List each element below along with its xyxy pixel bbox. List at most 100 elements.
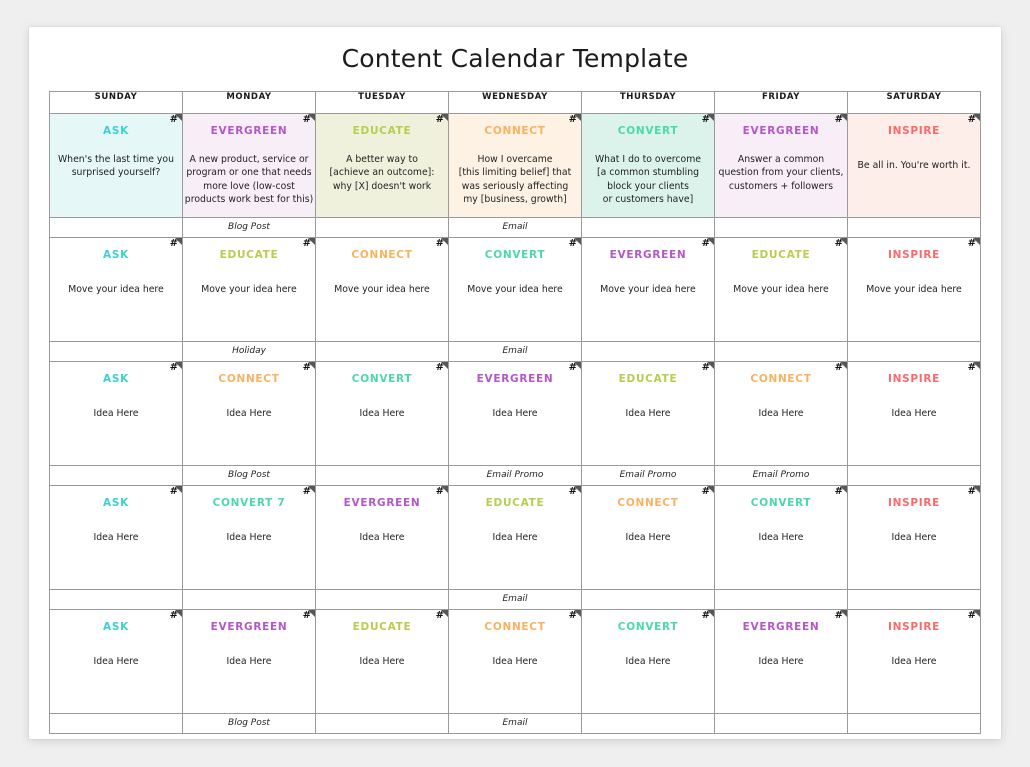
- calendar-cell[interactable]: # ASK Idea Here: [49, 609, 183, 714]
- calendar-cell[interactable]: # CONVERT 7 Idea Here: [182, 485, 316, 590]
- cell-idea-text[interactable]: Idea Here: [715, 407, 847, 420]
- calendar-cell[interactable]: # ASK Idea Here: [49, 361, 183, 466]
- hashtag-icon[interactable]: #: [702, 610, 710, 621]
- hashtag-icon[interactable]: #: [569, 486, 577, 497]
- note-cell[interactable]: Email: [448, 589, 582, 610]
- cell-idea-text[interactable]: Idea Here: [582, 531, 714, 544]
- note-cell[interactable]: [581, 713, 715, 734]
- hashtag-icon[interactable]: #: [968, 610, 976, 621]
- cell-idea-text[interactable]: Idea Here: [582, 407, 714, 420]
- cell-idea-text[interactable]: Be all in. You're worth it.: [848, 159, 980, 172]
- cell-idea-text[interactable]: Answer a common question from your clien…: [715, 153, 847, 193]
- hashtag-icon[interactable]: #: [702, 238, 710, 249]
- calendar-cell[interactable]: # CONNECT Idea Here: [182, 361, 316, 466]
- note-cell[interactable]: Blog Post: [182, 217, 316, 238]
- calendar-cell[interactable]: # CONNECT How I overcame [this limiting be…: [448, 113, 582, 218]
- calendar-cell[interactable]: # CONNECT Move your idea here: [315, 237, 449, 342]
- cell-idea-text[interactable]: Idea Here: [50, 407, 182, 420]
- cell-idea-text[interactable]: A new product, service or program or one…: [183, 153, 315, 207]
- hashtag-icon[interactable]: #: [702, 362, 710, 373]
- cell-idea-text[interactable]: When's the last time you surprised yours…: [50, 153, 182, 180]
- cell-idea-text[interactable]: Idea Here: [316, 531, 448, 544]
- hashtag-icon[interactable]: #: [702, 486, 710, 497]
- note-cell[interactable]: [49, 465, 183, 486]
- note-cell[interactable]: [49, 713, 183, 734]
- calendar-cell[interactable]: # ASK When's the last time you surprised y…: [49, 113, 183, 218]
- note-cell[interactable]: Email Promo: [581, 465, 715, 486]
- hashtag-icon[interactable]: #: [569, 362, 577, 373]
- hashtag-icon[interactable]: #: [835, 486, 843, 497]
- cell-idea-text[interactable]: Move your idea here: [582, 283, 714, 296]
- hashtag-icon[interactable]: #: [436, 238, 444, 249]
- note-cell[interactable]: [847, 589, 981, 610]
- note-cell[interactable]: [581, 217, 715, 238]
- calendar-cell[interactable]: # EVERGREEN Idea Here: [714, 609, 848, 714]
- note-cell[interactable]: Blog Post: [182, 713, 316, 734]
- note-cell[interactable]: Email: [448, 713, 582, 734]
- note-cell[interactable]: [714, 713, 848, 734]
- hashtag-icon[interactable]: #: [835, 114, 843, 125]
- hashtag-icon[interactable]: #: [436, 486, 444, 497]
- note-cell[interactable]: [581, 589, 715, 610]
- cell-idea-text[interactable]: Idea Here: [715, 655, 847, 668]
- hashtag-icon[interactable]: #: [436, 362, 444, 373]
- note-cell[interactable]: [847, 341, 981, 362]
- calendar-cell[interactable]: # EVERGREEN Move your idea here: [581, 237, 715, 342]
- hashtag-icon[interactable]: #: [968, 238, 976, 249]
- calendar-cell[interactable]: # EDUCATE A better way to [achieve an outc…: [315, 113, 449, 218]
- cell-idea-text[interactable]: Idea Here: [183, 531, 315, 544]
- calendar-cell[interactable]: # EVERGREEN Answer a common question from …: [714, 113, 848, 218]
- cell-idea-text[interactable]: Idea Here: [449, 407, 581, 420]
- calendar-cell[interactable]: # INSPIRE Idea Here: [847, 485, 981, 590]
- hashtag-icon[interactable]: #: [569, 114, 577, 125]
- calendar-cell[interactable]: # ASK Move your idea here: [49, 237, 183, 342]
- calendar-cell[interactable]: # EVERGREEN Idea Here: [448, 361, 582, 466]
- calendar-cell[interactable]: # ASK Idea Here: [49, 485, 183, 590]
- hashtag-icon[interactable]: #: [968, 486, 976, 497]
- hashtag-icon[interactable]: #: [835, 610, 843, 621]
- hashtag-icon[interactable]: #: [968, 362, 976, 373]
- calendar-cell[interactable]: # INSPIRE Be all in. You're worth it.: [847, 113, 981, 218]
- cell-idea-text[interactable]: Move your idea here: [50, 283, 182, 296]
- hashtag-icon[interactable]: #: [835, 362, 843, 373]
- note-cell[interactable]: [49, 341, 183, 362]
- calendar-cell[interactable]: # INSPIRE Idea Here: [847, 361, 981, 466]
- cell-idea-text[interactable]: Idea Here: [449, 531, 581, 544]
- cell-idea-text[interactable]: Move your idea here: [183, 283, 315, 296]
- note-cell[interactable]: [315, 589, 449, 610]
- note-cell[interactable]: [315, 713, 449, 734]
- hashtag-icon[interactable]: #: [303, 238, 311, 249]
- hashtag-icon[interactable]: #: [436, 114, 444, 125]
- hashtag-icon[interactable]: #: [569, 610, 577, 621]
- note-cell[interactable]: [847, 713, 981, 734]
- hashtag-icon[interactable]: #: [968, 114, 976, 125]
- cell-idea-text[interactable]: Move your idea here: [316, 283, 448, 296]
- hashtag-icon[interactable]: #: [835, 238, 843, 249]
- note-cell[interactable]: [581, 341, 715, 362]
- cell-idea-text[interactable]: How I overcame [this limiting belief] th…: [449, 153, 581, 207]
- cell-idea-text[interactable]: Move your idea here: [449, 283, 581, 296]
- cell-idea-text[interactable]: Idea Here: [316, 655, 448, 668]
- note-cell[interactable]: [714, 217, 848, 238]
- note-cell[interactable]: [315, 341, 449, 362]
- cell-idea-text[interactable]: Idea Here: [582, 655, 714, 668]
- calendar-cell[interactable]: # EVERGREEN Idea Here: [315, 485, 449, 590]
- note-cell[interactable]: [315, 465, 449, 486]
- calendar-cell[interactable]: # INSPIRE Idea Here: [847, 609, 981, 714]
- calendar-cell[interactable]: # EVERGREEN A new product, service or prog…: [182, 113, 316, 218]
- note-cell[interactable]: [714, 341, 848, 362]
- calendar-cell[interactable]: # EDUCATE Idea Here: [315, 609, 449, 714]
- note-cell[interactable]: Email: [448, 217, 582, 238]
- calendar-cell[interactable]: # CONVERT Move your idea here: [448, 237, 582, 342]
- hashtag-icon[interactable]: #: [170, 238, 178, 249]
- cell-idea-text[interactable]: Idea Here: [848, 531, 980, 544]
- calendar-cell[interactable]: # EVERGREEN Idea Here: [182, 609, 316, 714]
- cell-idea-text[interactable]: Idea Here: [50, 531, 182, 544]
- cell-idea-text[interactable]: Idea Here: [50, 655, 182, 668]
- hashtag-icon[interactable]: #: [170, 486, 178, 497]
- cell-idea-text[interactable]: A better way to [achieve an outcome]: wh…: [316, 153, 448, 193]
- calendar-cell[interactable]: # CONVERT Idea Here: [714, 485, 848, 590]
- note-cell[interactable]: Email Promo: [714, 465, 848, 486]
- note-cell[interactable]: [315, 217, 449, 238]
- cell-idea-text[interactable]: Idea Here: [183, 655, 315, 668]
